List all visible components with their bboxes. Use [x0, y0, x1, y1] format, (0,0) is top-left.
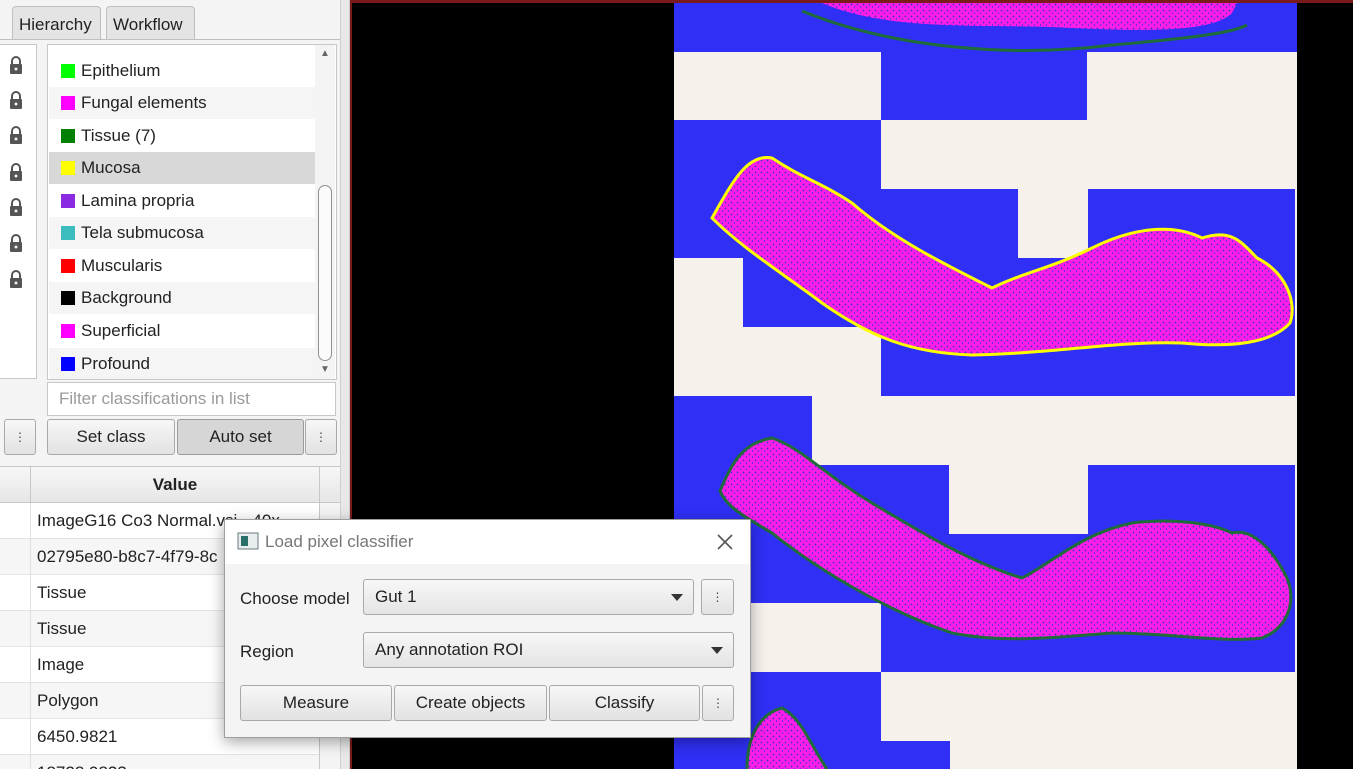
table-key-cell: [0, 683, 31, 719]
tab-workflow[interactable]: Workflow: [106, 6, 195, 39]
classification-item[interactable]: Tissue (7): [49, 120, 315, 152]
table-key-cell: [0, 755, 31, 769]
region-select[interactable]: Any annotation ROI: [363, 632, 734, 668]
filter-classifications-input[interactable]: [47, 382, 336, 416]
table-header-key[interactable]: [0, 467, 31, 503]
class-color-swatch: [61, 324, 75, 338]
model-more-button[interactable]: ⋮: [701, 579, 734, 615]
table-key-cell: [0, 539, 31, 575]
table-key-cell: [0, 575, 31, 611]
class-color-swatch: [61, 64, 75, 78]
table-value-cell: 18728.9833: [37, 755, 127, 769]
table-key-cell: [0, 719, 31, 755]
class-color-swatch: [61, 226, 75, 240]
classification-item[interactable]: Background: [49, 282, 315, 314]
scroll-down-icon[interactable]: ▼: [319, 365, 331, 375]
table-value-cell: Tissue: [37, 583, 87, 602]
class-color-swatch: [61, 291, 75, 305]
table-key-cell: [0, 647, 31, 683]
list-scrollbar[interactable]: ▲ ▼: [315, 45, 335, 379]
lock-icon[interactable]: [8, 55, 24, 75]
classification-list[interactable]: ‾ Epithelium Fungal elements Tissue (7) Muc…: [47, 44, 337, 380]
dialog-title: Load pixel classifier: [265, 532, 414, 551]
classification-label: Fungal elements: [81, 93, 207, 112]
table-value-cell: Tissue: [37, 619, 87, 638]
set-class-button[interactable]: Set class: [47, 419, 175, 455]
chevron-down-icon: [671, 594, 683, 601]
close-icon[interactable]: [713, 530, 737, 554]
table-key-cell: [0, 611, 31, 647]
classification-label: Lamina propria: [81, 191, 195, 210]
table-value-cell: 6450.9821: [37, 727, 118, 746]
lock-icon[interactable]: [8, 125, 24, 145]
choose-model-label: Choose model: [240, 589, 350, 608]
region-select-value: Any annotation ROI: [375, 640, 524, 659]
table-key-cell: [0, 503, 31, 539]
table-value-cell: 02795e80-b8c7-4f79-8c: [37, 547, 218, 566]
classification-label: Profound: [81, 354, 150, 373]
clipped-list-item: ‾: [128, 45, 134, 53]
app-icon: [237, 532, 259, 550]
lock-icon[interactable]: [8, 233, 24, 253]
classification-item[interactable]: Muscularis: [49, 250, 315, 282]
table-value-cell: Polygon: [37, 691, 99, 710]
actions-more-button[interactable]: ⋮: [702, 685, 734, 721]
lock-icon[interactable]: [8, 269, 24, 289]
class-color-swatch: [61, 259, 75, 273]
lock-column: [0, 44, 37, 379]
load-pixel-classifier-dialog: Load pixel classifier Choose model Gut 1…: [224, 519, 751, 738]
classification-label: Epithelium: [81, 61, 161, 80]
classification-more-button[interactable]: ⋮: [305, 419, 337, 455]
class-color-swatch: [61, 161, 75, 175]
table-header-value[interactable]: Value: [31, 467, 319, 503]
class-color-swatch: [61, 357, 75, 371]
classify-button[interactable]: Classify: [549, 685, 700, 721]
class-color-swatch: [61, 129, 75, 143]
classification-label: Background: [81, 288, 172, 307]
classification-item[interactable]: Lamina propria: [49, 185, 315, 217]
scroll-up-icon[interactable]: ▲: [319, 49, 331, 59]
classification-item[interactable]: Profound: [49, 348, 315, 379]
lock-icon[interactable]: [8, 162, 24, 182]
classification-item[interactable]: Mucosa: [49, 152, 315, 184]
classification-item[interactable]: Epithelium: [49, 55, 315, 87]
measure-button[interactable]: Measure: [240, 685, 392, 721]
dialog-titlebar[interactable]: Load pixel classifier: [225, 520, 750, 564]
classification-item[interactable]: Fungal elements: [49, 87, 315, 119]
tab-hierarchy[interactable]: Hierarchy: [12, 6, 101, 39]
table-value-cell: Image: [37, 655, 85, 674]
qupath-window: Hierarchy Workflow ‾ Epithelium Fungal el…: [0, 0, 1353, 769]
create-objects-button[interactable]: Create objects: [394, 685, 547, 721]
auto-set-button[interactable]: Auto set: [177, 419, 304, 455]
classification-label: Tissue (7): [81, 126, 156, 145]
table-row[interactable]: 18728.9833: [0, 755, 320, 769]
classification-item[interactable]: Tela submucosa: [49, 217, 315, 249]
lock-icon[interactable]: [8, 197, 24, 217]
region-label: Region: [240, 642, 294, 661]
class-color-swatch: [61, 96, 75, 110]
more-options-button[interactable]: ⋮: [4, 419, 36, 455]
classification-label: Tela submucosa: [81, 223, 204, 242]
classification-item[interactable]: Superficial: [49, 315, 315, 347]
model-select[interactable]: Gut 1: [363, 579, 694, 615]
classification-label: Muscularis: [81, 256, 163, 275]
chevron-down-icon: [711, 647, 723, 654]
classification-label: Mucosa: [81, 158, 141, 177]
tab-divider: [0, 39, 340, 40]
scroll-thumb[interactable]: [318, 185, 332, 361]
class-color-swatch: [61, 194, 75, 208]
table-header-corner: [319, 467, 340, 503]
classification-label: Superficial: [81, 321, 161, 340]
model-select-value: Gut 1: [375, 587, 417, 606]
lock-icon[interactable]: [8, 90, 24, 110]
